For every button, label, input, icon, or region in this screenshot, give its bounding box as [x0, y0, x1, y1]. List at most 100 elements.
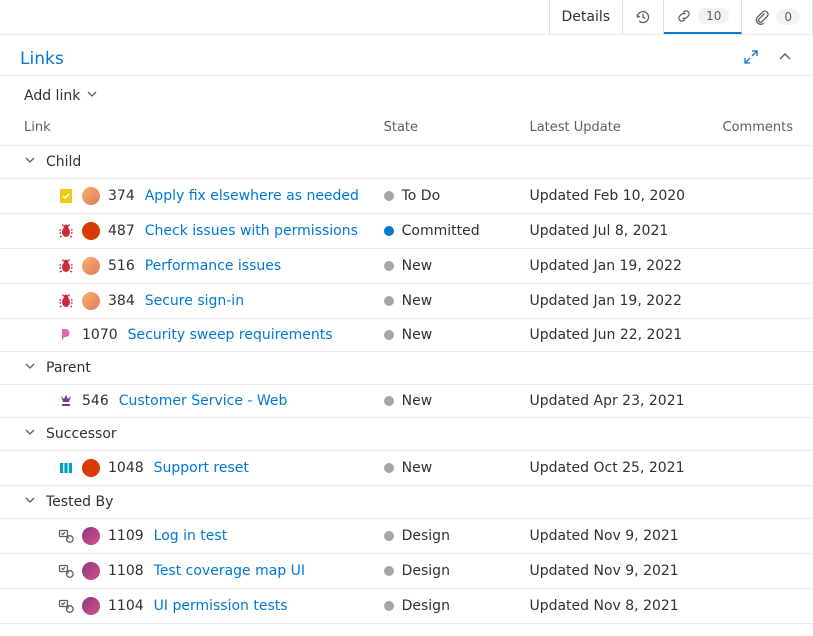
- comments-cell: [711, 249, 813, 284]
- tab-attachments[interactable]: 0: [742, 0, 813, 34]
- group-row[interactable]: Parent: [0, 352, 813, 385]
- pbi-icon: [58, 460, 74, 476]
- work-item-id: 487: [108, 223, 135, 239]
- work-item-title-link[interactable]: Customer Service - Web: [119, 393, 288, 409]
- tab-history[interactable]: [623, 0, 664, 34]
- group-toggle[interactable]: Child: [24, 154, 81, 170]
- history-icon: [635, 9, 651, 25]
- comments-cell: [711, 451, 813, 486]
- state-indicator-icon: [384, 531, 394, 541]
- add-link-button[interactable]: Add link: [24, 88, 98, 104]
- comments-cell: [711, 179, 813, 214]
- link-item-row[interactable]: 374 Apply fix elsewhere as needed To Do …: [0, 179, 813, 214]
- link-item-row[interactable]: 1108 Test coverage map UI Design Updated…: [0, 554, 813, 589]
- work-item-title-link[interactable]: Apply fix elsewhere as needed: [145, 188, 359, 204]
- comments-cell: [711, 589, 813, 624]
- work-item-title-link[interactable]: Performance issues: [145, 258, 281, 274]
- col-header-comments[interactable]: Comments: [711, 112, 813, 146]
- state-label: New: [402, 327, 433, 343]
- work-item-id: 1048: [108, 460, 144, 476]
- tab-details-label: Details: [562, 9, 611, 25]
- work-item-title-link[interactable]: UI permission tests: [154, 598, 288, 614]
- work-item-title-link[interactable]: Log in test: [154, 528, 228, 544]
- tab-links[interactable]: 10: [664, 0, 742, 34]
- chevron-down-icon: [24, 426, 36, 442]
- links-table: Link State Latest Update Comments Child …: [0, 112, 813, 624]
- add-link-label: Add link: [24, 88, 80, 104]
- state-indicator-icon: [384, 330, 394, 340]
- attachment-icon: [754, 9, 770, 25]
- avatar: [82, 257, 100, 275]
- avatar: [82, 597, 100, 615]
- state-indicator-icon: [384, 226, 394, 236]
- epic-icon: [58, 393, 74, 409]
- expand-icon[interactable]: [743, 49, 759, 69]
- group-toggle[interactable]: Tested By: [24, 494, 113, 510]
- work-item-id: 516: [108, 258, 135, 274]
- top-tab-bar: Details 10 0: [0, 0, 813, 35]
- latest-update: Updated Feb 10, 2020: [529, 188, 685, 204]
- state-indicator-icon: [384, 463, 394, 473]
- latest-update: Updated Jun 22, 2021: [529, 327, 682, 343]
- state-label: New: [402, 293, 433, 309]
- group-toggle[interactable]: Successor: [24, 426, 117, 442]
- section-title: Links: [20, 49, 64, 69]
- latest-update: Updated Jan 19, 2022: [529, 258, 681, 274]
- work-item-id: 546: [82, 393, 109, 409]
- state-label: Design: [402, 598, 450, 614]
- group-row[interactable]: Tested By: [0, 486, 813, 519]
- link-item-row[interactable]: 384 Secure sign-in New Updated Jan 19, 2…: [0, 284, 813, 319]
- group-name: Child: [46, 154, 81, 170]
- state-label: New: [402, 258, 433, 274]
- link-item-row[interactable]: 487 Check issues with permissions Commit…: [0, 214, 813, 249]
- state-label: Committed: [402, 223, 480, 239]
- comments-cell: [711, 214, 813, 249]
- link-item-row[interactable]: 546 Customer Service - Web New Updated A…: [0, 385, 813, 418]
- chevron-down-icon: [24, 154, 36, 170]
- group-toggle[interactable]: Parent: [24, 360, 91, 376]
- work-item-title-link[interactable]: Test coverage map UI: [154, 563, 305, 579]
- work-item-title-link[interactable]: Support reset: [154, 460, 249, 476]
- state-label: New: [402, 393, 433, 409]
- comments-cell: [711, 284, 813, 319]
- tab-links-count: 10: [698, 8, 729, 24]
- chevron-down-icon: [24, 360, 36, 376]
- tab-details[interactable]: Details: [550, 0, 624, 34]
- state-indicator-icon: [384, 566, 394, 576]
- bug-icon: [58, 258, 74, 274]
- avatar: [82, 527, 100, 545]
- latest-update: Updated Nov 8, 2021: [529, 598, 678, 614]
- work-item-title-link[interactable]: Security sweep requirements: [128, 327, 333, 343]
- group-row[interactable]: Successor: [0, 418, 813, 451]
- work-item-id: 1109: [108, 528, 144, 544]
- feature-icon: [58, 327, 74, 343]
- link-item-row[interactable]: 1104 UI permission tests Design Updated …: [0, 589, 813, 624]
- work-item-title-link[interactable]: Secure sign-in: [145, 293, 244, 309]
- link-item-row[interactable]: 1048 Support reset New Updated Oct 25, 2…: [0, 451, 813, 486]
- link-item-row[interactable]: 1109 Log in test Design Updated Nov 9, 2…: [0, 519, 813, 554]
- work-item-id: 1108: [108, 563, 144, 579]
- group-row[interactable]: Child: [0, 146, 813, 179]
- work-item-id: 374: [108, 188, 135, 204]
- link-icon: [676, 8, 692, 24]
- chevron-down-icon: [24, 494, 36, 510]
- work-item-title-link[interactable]: Check issues with permissions: [145, 223, 358, 239]
- link-item-row[interactable]: 516 Performance issues New Updated Jan 1…: [0, 249, 813, 284]
- collapse-chevron-icon[interactable]: [777, 49, 793, 69]
- group-name: Successor: [46, 426, 117, 442]
- state-label: Design: [402, 563, 450, 579]
- avatar: [82, 187, 100, 205]
- chevron-down-icon: [86, 88, 98, 104]
- work-item-id: 1070: [82, 327, 118, 343]
- comments-cell: [711, 385, 813, 418]
- col-header-updated[interactable]: Latest Update: [517, 112, 710, 146]
- avatar: [82, 222, 100, 240]
- bug-icon: [58, 293, 74, 309]
- state-label: To Do: [402, 188, 441, 204]
- col-header-state[interactable]: State: [372, 112, 518, 146]
- comments-cell: [711, 519, 813, 554]
- col-header-link[interactable]: Link: [0, 112, 372, 146]
- latest-update: Updated Nov 9, 2021: [529, 528, 678, 544]
- link-item-row[interactable]: 1070 Security sweep requirements New Upd…: [0, 319, 813, 352]
- work-item-id: 384: [108, 293, 135, 309]
